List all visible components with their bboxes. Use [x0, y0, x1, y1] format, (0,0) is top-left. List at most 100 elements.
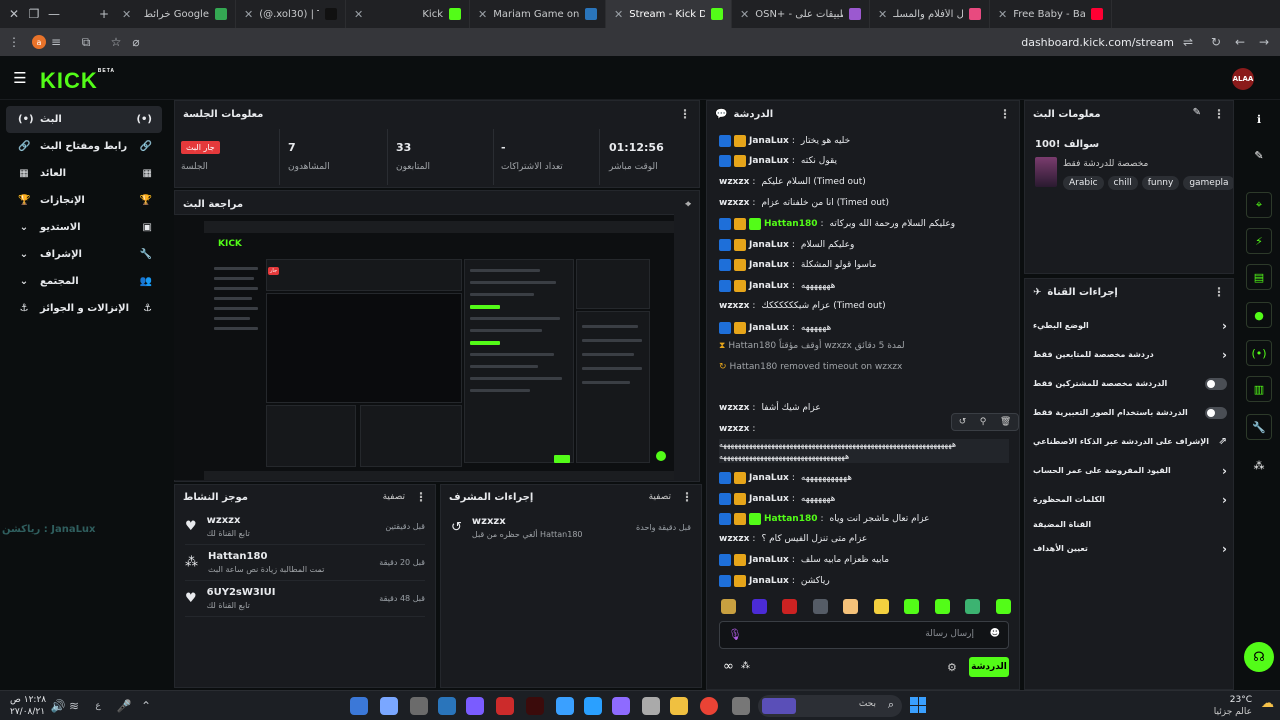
broadcast-icon[interactable]: (•)	[1246, 340, 1272, 366]
chrome-icon[interactable]	[700, 697, 718, 715]
chat-username[interactable]: JanaLux	[749, 156, 789, 166]
delete-icon[interactable]: 🗑	[1000, 417, 1011, 427]
chat-message[interactable]: Hattan180: وعليكم السلام ورحمة الله وبركا…	[719, 218, 955, 230]
chat-username[interactable]: wzxzx	[719, 403, 749, 413]
filter-button[interactable]: تصفية	[383, 492, 405, 502]
chat-username[interactable]: JanaLux	[749, 136, 789, 146]
mod-action-item[interactable]: ↺ wzxzx ألغي حظره من قبل Hattan180 قبل دقيق…	[451, 509, 691, 545]
forward-icon[interactable]: →	[1254, 32, 1274, 52]
window-restore-icon[interactable]: ❐	[24, 4, 44, 24]
browser-tab[interactable]: ✕ OSN+ - التطبيقات على Go	[732, 0, 870, 28]
chat-username[interactable]: Hattan180	[764, 514, 817, 524]
browser-tab[interactable]: ✕ Kick	[346, 0, 470, 28]
chat-widget-icon[interactable]: ●	[1246, 302, 1272, 328]
emoji-picker-icon[interactable]: ☻	[990, 628, 1000, 639]
tab-close-icon[interactable]: ✕	[878, 8, 887, 21]
channel-action-row[interactable]: الكلمات المحظورة ›	[1025, 485, 1233, 514]
chat-message[interactable]: wzxzx: السلام عليكم (Timed out)	[719, 177, 866, 187]
activity-user[interactable]: 6UY2sW3IUI	[207, 587, 276, 598]
emote-icon[interactable]	[934, 599, 950, 614]
emote-icon[interactable]	[873, 599, 889, 614]
star-icon[interactable]: ☆	[106, 32, 126, 52]
wrench-icon[interactable]: 🔧	[1246, 414, 1272, 440]
emote-icon[interactable]	[843, 599, 859, 614]
url-text[interactable]: dashboard.kick.com/stream	[1021, 36, 1174, 49]
category-name[interactable]: مخصصة للدردشة فقط	[1063, 159, 1148, 169]
chat-username[interactable]: JanaLux	[749, 240, 789, 250]
chat-message[interactable]: JanaLux: يقول نكته	[719, 155, 837, 167]
filter-button[interactable]: تصفية	[649, 492, 671, 502]
pin-icon[interactable]: ⚲	[980, 417, 987, 427]
sidebar-item[interactable]: 🔗 رابط ومفتاح البث 🔗	[6, 133, 162, 160]
focus-icon[interactable]: ⌖	[685, 199, 691, 210]
stream-video[interactable]: KICK جار	[174, 214, 674, 480]
channel-action-row[interactable]: القيود المفروضة على عمر الحساب ›	[1025, 456, 1233, 485]
browser-tab[interactable]: ✕ Mariam Game on Steam	[470, 0, 606, 28]
app-icon[interactable]	[410, 697, 428, 715]
hamburger-icon[interactable]: ☰	[10, 68, 30, 88]
sidebar-item[interactable]: 🏆 الإنجازات 🏆	[6, 187, 162, 214]
sidebar-item[interactable]: ⌄ الاستديو ▣	[6, 214, 162, 241]
chat-username[interactable]: JanaLux	[749, 555, 789, 565]
chat-message[interactable]: Hattan180: عزام تعال ماشجر انت وياه	[719, 513, 930, 525]
emote-icon[interactable]	[721, 599, 737, 614]
channel-action-row[interactable]: الوضع البطيء ›	[1025, 311, 1233, 340]
stream-tag[interactable]: funny	[1141, 176, 1180, 190]
chat-username[interactable]: wzxzx	[719, 198, 749, 208]
sidebar-item[interactable]: ▦ العائد ▦	[6, 160, 162, 187]
stream-tag[interactable]: Arabic	[1063, 176, 1104, 190]
undo-icon[interactable]: ↺	[959, 417, 967, 427]
emote-icon[interactable]	[965, 599, 981, 614]
chat-message[interactable]: JanaLux: ههههههه	[719, 322, 831, 334]
mod-action-user[interactable]: wzxzx	[472, 516, 583, 527]
chat-message[interactable]: JanaLux: ماسوا قولو المشكلة	[719, 259, 876, 271]
chat-message[interactable]: JanaLux: هههههههه	[719, 280, 835, 292]
browser-tab[interactable]: ✕ Free Baby - Baba Fein (M...	[990, 0, 1112, 28]
window-minimize-icon[interactable]: —	[44, 4, 64, 24]
channel-action-row[interactable]: الدردشة باستخدام الصور التعبيرية فقط	[1025, 398, 1233, 427]
menu-dots-icon[interactable]: ⋮	[4, 32, 24, 52]
chat-message[interactable]: wzxzx:	[719, 424, 761, 434]
support-button[interactable]: ☊	[1244, 642, 1274, 672]
chat-username[interactable]: wzxzx	[719, 177, 749, 187]
category-thumb[interactable]	[1035, 157, 1057, 187]
chat-send-button[interactable]: الدردشة	[969, 657, 1009, 677]
more-icon[interactable]: ⋮	[1213, 285, 1225, 299]
chat-message[interactable]: wzxzx: عزام شيككككككك (Timed out)	[719, 301, 886, 311]
tab-close-icon[interactable]: ✕	[354, 8, 363, 21]
sidebar-item[interactable]: ⌄ الإشراف 🔧	[6, 241, 162, 268]
avatar[interactable]: ALAA	[1232, 68, 1254, 90]
chat-input[interactable]: ☻ إرسال رسالة 🎙	[719, 621, 1009, 649]
more-icon[interactable]: ⋮	[681, 490, 693, 504]
stream-tag[interactable]: chill	[1107, 176, 1138, 190]
kick-logo[interactable]: KICKBETA	[40, 68, 115, 94]
chat-username[interactable]: JanaLux	[749, 576, 789, 586]
activity-user[interactable]: wzxzx	[207, 515, 250, 526]
back-icon[interactable]: ←	[1230, 32, 1250, 52]
calendar-icon[interactable]: ▥	[1246, 376, 1272, 402]
browser-tab[interactable]: ✕ Stream - Kick Dashboard	[606, 0, 732, 28]
tab-close-icon[interactable]: ✕	[244, 8, 253, 21]
reading-list-icon[interactable]: ≡	[46, 32, 66, 52]
steam-icon[interactable]	[438, 697, 456, 715]
chat-username[interactable]: JanaLux	[749, 494, 789, 504]
chat-username[interactable]: JanaLux	[749, 281, 789, 291]
extension-icon[interactable]: a	[32, 35, 46, 49]
chat-username[interactable]: JanaLux	[749, 260, 789, 270]
long-message[interactable]: هههههههههههههههههههههههههههههههههههههههه…	[719, 439, 1009, 463]
site-settings-icon[interactable]: ⇌	[1178, 32, 1198, 52]
chat-username[interactable]: wzxzx	[719, 424, 749, 434]
tab-close-icon[interactable]: ✕	[122, 8, 131, 21]
wifi-icon[interactable]: ≋	[64, 696, 84, 716]
pencil-icon[interactable]: ✎	[1246, 142, 1272, 168]
infinity-icon[interactable]: ∞	[723, 659, 734, 674]
tab-close-icon[interactable]: ✕	[478, 8, 487, 21]
pdf-icon[interactable]	[496, 697, 514, 715]
chat-message[interactable]: JanaLux: وعليكم السلام	[719, 239, 854, 251]
chat-message[interactable]: wzxzx: عزام شيك أشفا	[719, 403, 821, 413]
browser-tab[interactable]: ✕ شاهد أفضل الأفلام والمسلـ	[870, 0, 990, 28]
more-icon[interactable]: ⋮	[1213, 107, 1225, 121]
chat-message[interactable]: JanaLux: هههههههههههه	[719, 472, 852, 484]
document-icon[interactable]: ▤	[1246, 264, 1272, 290]
chat-message[interactable]: wzxzx: عزام متى تنزل الفيس كام ؟	[719, 534, 867, 544]
